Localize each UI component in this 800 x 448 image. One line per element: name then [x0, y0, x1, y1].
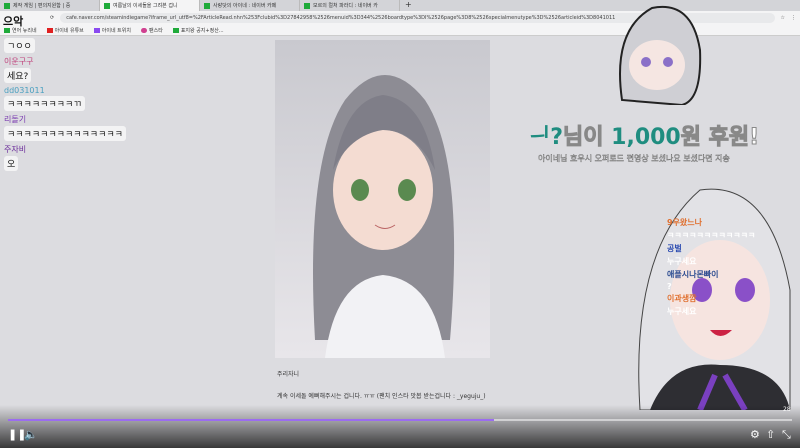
instagram-icon [141, 27, 147, 33]
chat-username: 공벌 [667, 244, 682, 253]
youtube-icon [46, 27, 53, 33]
tab[interactable]: 사랑닷의 아이네 : 네이버 카페 [200, 0, 300, 11]
bookmark-label: 팬스타 [149, 27, 163, 34]
tab-favicon-icon [4, 2, 10, 9]
chat-message: ㄱㅇㅇ [4, 38, 35, 53]
chat-username: 9우왔느나 [667, 218, 703, 227]
chat-username: 이운구구 [4, 57, 34, 66]
chat-username: 애플시나몬빠이 [667, 270, 719, 279]
chat-username: 주자비 [4, 145, 27, 154]
progress-bar[interactable] [8, 419, 792, 421]
share-icon[interactable]: ⇧ [766, 428, 775, 441]
bookmark[interactable]: 아이네 트위치 [93, 27, 131, 34]
tab-label: 제작 게임 | 편의지원함 | 중 [13, 3, 71, 9]
chat-overlay: ㄱㅇㅇ 이운구구 세요? dd031011 ㅋㅋㅋㅋㅋㅋㅋㅋㄲ 리돌기 ㅋㅋㅋㅋ… [4, 38, 126, 171]
volume-icon[interactable]: 🔈 [24, 428, 38, 441]
chibi-avatar [619, 5, 702, 105]
bookmark-label: 아이네 트위치 [101, 27, 131, 34]
chat-message: ㅋㅋㅋㅋㅋㅋㅋㅋㅋㅋㅋㅋ [667, 231, 756, 240]
exit-fullscreen-icon[interactable]: ⤡ [782, 428, 791, 442]
donation-message: 아이네님 호우시 오퍼로드 편영상 보셨나요 보셨다면 지송 [538, 154, 730, 163]
bookmark-label: 표지왕 공지+정산... [180, 27, 224, 34]
bookmark[interactable]: 팬스타 [141, 27, 163, 34]
tab[interactable]: 모르의 컬처 파라디 : 네이버 카 [300, 0, 400, 11]
tab[interactable]: 제작 게임 | 편의지원함 | 중 [0, 0, 100, 11]
post-author: 주리자니 [277, 371, 300, 378]
bookmark[interactable]: 아이네 유튜브 [46, 27, 84, 34]
bookmark-label: 아이네 유튜브 [54, 27, 84, 34]
chat-message: ? [667, 282, 672, 291]
donation-alert: ᅴ?님이 1,000원 후원! [530, 125, 760, 151]
reload-icon[interactable]: ⟳ [50, 15, 54, 21]
progress-fill [8, 419, 495, 421]
tab-label: 사랑닷의 아이네 : 네이버 카페 [213, 3, 277, 9]
chat-message: 세요? [4, 68, 32, 83]
chat-username: 리돌기 [4, 115, 27, 124]
naver-icon [172, 27, 179, 33]
settings-icon[interactable]: ⚙ [750, 428, 760, 441]
post-text: 계속 이세돌 예뻐해주시는 겁니다. ㅠㅠ (팬치 인스타 맛봅 받는겁니다 :… [277, 393, 486, 400]
menu-icon[interactable]: ⋮ [791, 15, 800, 21]
star-icon[interactable]: ☆ [781, 15, 785, 21]
chat-message: ㅋㅋㅋㅋㅋㅋㅋㅋㄲ [4, 96, 85, 111]
video-controls [0, 405, 800, 448]
illustration-girl [313, 75, 455, 358]
tab-label: 여름날의 이세돌을 그려본 겁니 [113, 3, 178, 9]
chat-message: 누구세요 [667, 257, 697, 266]
chat-message: 오 [4, 156, 19, 171]
overlay-chat: 9우왔느나 ㅋㅋㅋㅋㅋㅋㅋㅋㅋㅋㅋㅋ 공벌 누구세요 애플시나몬빠이? 이과생깜 누구… [667, 217, 755, 319]
post-illustration [275, 40, 490, 358]
time-label: 28 [783, 406, 791, 413]
chat-username: 이과생깜 [667, 294, 697, 303]
chat-message: 누구세요 [667, 307, 697, 316]
bookmark[interactable]: 표지왕 공지+정산... [172, 27, 224, 34]
tab-active[interactable]: 여름날의 이세돌을 그려본 겁니 [100, 0, 200, 11]
tab-favicon-icon [204, 2, 210, 9]
tab-favicon-icon [104, 2, 110, 9]
chat-message: ㅋㅋㅋㅋㅋㅋㅋㅋㅋㅋㅋㅋㅋㅋ [4, 126, 126, 141]
twitch-icon [93, 27, 100, 33]
stream-title: 으악 [3, 15, 24, 28]
tab-label: 모르의 컬처 파라디 : 네이버 카 [313, 3, 378, 9]
tab-favicon-icon [304, 2, 310, 9]
new-tab-button[interactable]: + [400, 0, 417, 11]
chat-username: dd031011 [4, 86, 45, 95]
